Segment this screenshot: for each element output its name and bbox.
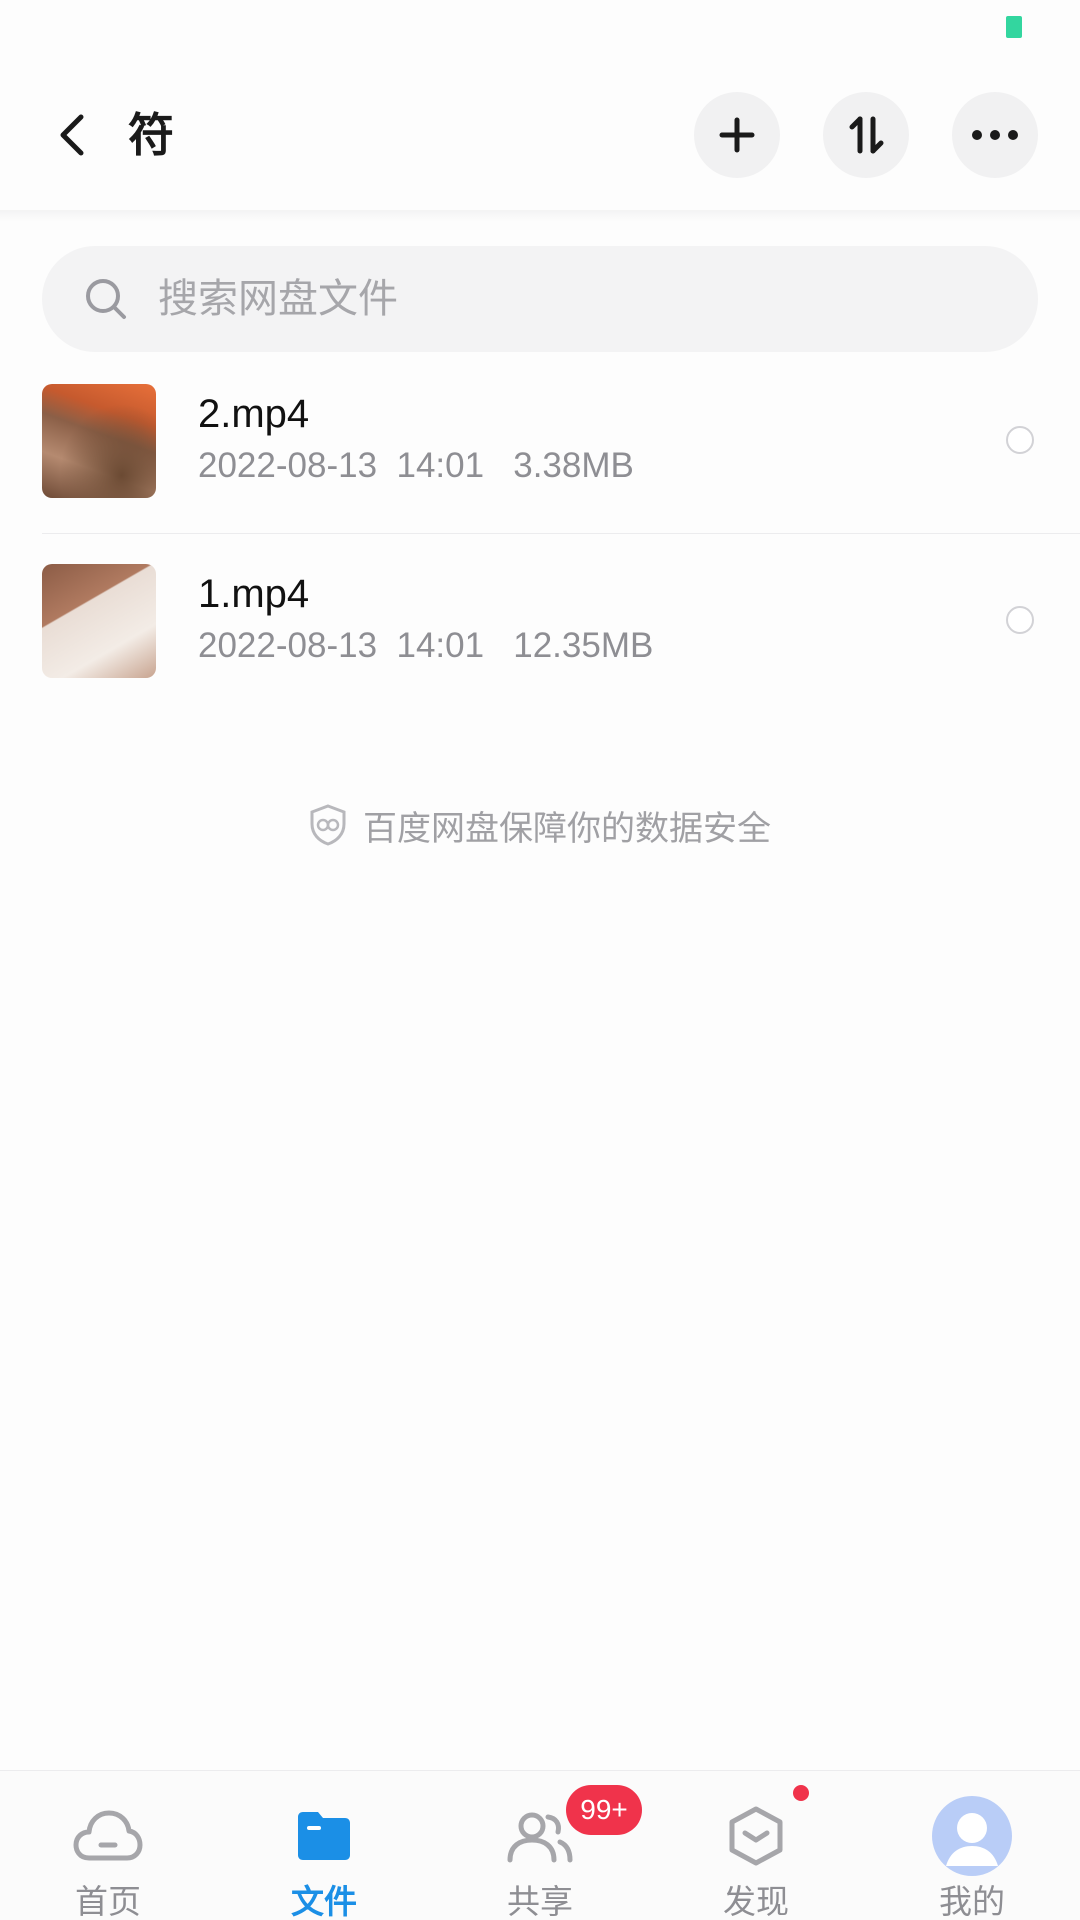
video-thumbnail[interactable] bbox=[42, 564, 156, 678]
video-thumbnail[interactable] bbox=[42, 384, 156, 498]
plus-icon bbox=[719, 117, 755, 153]
file-meta: 2022-08-13 14:01 12.35MB bbox=[198, 626, 654, 665]
header-divider bbox=[0, 210, 1080, 222]
file-name: 1.mp4 bbox=[198, 572, 310, 616]
tab-label: 发现 bbox=[723, 1882, 789, 1920]
folder-icon bbox=[284, 1801, 364, 1871]
file-name: 2.mp4 bbox=[198, 392, 310, 436]
back-button[interactable] bbox=[42, 104, 104, 166]
tab-label: 首页 bbox=[75, 1882, 141, 1920]
file-row[interactable]: 2.mp4 2022-08-13 14:01 3.38MB bbox=[0, 356, 1080, 534]
cloud-icon bbox=[68, 1801, 148, 1871]
tab-label: 文件 bbox=[291, 1882, 357, 1920]
tab-label: 共享 bbox=[507, 1882, 573, 1920]
sort-icon bbox=[849, 116, 884, 154]
chevron-left-icon bbox=[60, 114, 84, 156]
discover-red-dot bbox=[793, 1785, 809, 1801]
tab-files[interactable]: 文件 bbox=[216, 1771, 432, 1920]
select-radio[interactable] bbox=[1006, 606, 1034, 634]
tab-mine[interactable]: 我的 bbox=[864, 1771, 1080, 1920]
search-icon bbox=[84, 277, 128, 321]
security-text: 百度网盘保障你的数据安全 bbox=[363, 808, 771, 849]
discover-icon bbox=[716, 1801, 796, 1871]
avatar-icon bbox=[932, 1796, 1012, 1876]
row-divider bbox=[42, 533, 1080, 534]
select-radio[interactable] bbox=[1006, 426, 1034, 454]
tab-home[interactable]: 首页 bbox=[0, 1771, 216, 1920]
search-bar[interactable] bbox=[42, 246, 1038, 352]
more-button[interactable] bbox=[952, 92, 1038, 178]
shield-icon bbox=[310, 804, 346, 846]
search-input[interactable] bbox=[158, 276, 958, 322]
sort-button[interactable] bbox=[823, 92, 909, 178]
page-title: 符 bbox=[128, 108, 174, 162]
header: 符 bbox=[0, 80, 1080, 190]
add-button[interactable] bbox=[694, 92, 780, 178]
tab-label: 我的 bbox=[939, 1882, 1005, 1920]
tab-discover[interactable]: 发现 bbox=[648, 1771, 864, 1920]
status-bar bbox=[0, 0, 1080, 60]
battery-icon bbox=[1006, 16, 1022, 38]
file-meta: 2022-08-13 14:01 3.38MB bbox=[198, 446, 634, 485]
screen: 符 搜索网盘文件 2.mp4 2022-08-13 14:01 3.38MB 1… bbox=[0, 0, 1080, 1920]
tab-bar: 首页 文件 共享 发现 我的 99+ bbox=[0, 1770, 1080, 1920]
share-badge: 99+ bbox=[566, 1785, 642, 1835]
security-notice: 百度网盘保障你的数据安全 bbox=[0, 800, 1080, 850]
file-row[interactable]: 1.mp4 2022-08-13 14:01 12.35MB bbox=[0, 536, 1080, 714]
more-icon bbox=[972, 130, 1018, 140]
